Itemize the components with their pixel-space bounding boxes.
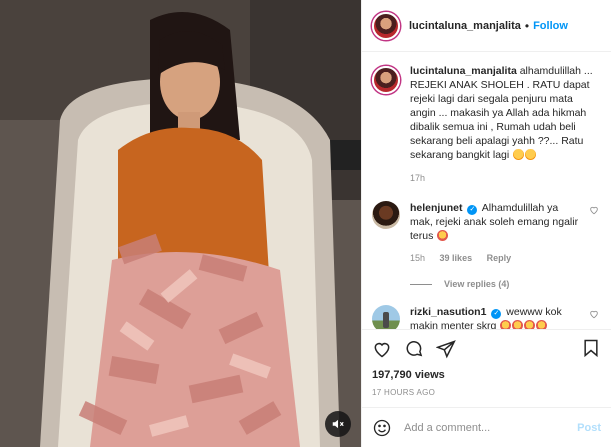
like-comment-heart-icon[interactable] [589,309,599,319]
comment-icon[interactable] [404,339,424,359]
comment-username[interactable]: rizki_nasution1 [410,306,486,318]
speaker-muted-icon [332,419,344,429]
caption: lucintaluna_manjalita alhamdulillah ... … [372,64,601,185]
add-comment-bar: Post [362,407,611,447]
caption-username[interactable]: lucintaluna_manjalita [410,65,517,77]
verified-badge-icon: ✓ [467,205,478,215]
follow-button[interactable]: Follow [533,20,568,32]
emoji-icon [437,230,449,241]
divider [410,283,432,285]
bookmark-icon [584,339,598,357]
avatar[interactable] [372,11,400,40]
view-count[interactable]: 197,790 views [372,369,601,381]
emoji-icon [513,149,525,160]
comment-item: helenjunet ✓ Alhamdulillah ya mak, rejek… [372,201,601,265]
view-replies-button[interactable]: View replies (4) [410,279,601,289]
comment-input[interactable] [404,421,578,434]
comments-list[interactable]: lucintaluna_manjalita alhamdulillah ... … [362,52,611,329]
like-heart-icon[interactable] [372,339,392,359]
caption-text: alhamdulillah ... REJEKI ANAK SHOLEH . R… [410,65,593,161]
comment-likes[interactable]: 39 likes [440,253,473,263]
view-replies-label: View replies (4) [444,279,510,289]
video-frame [0,0,361,447]
avatar[interactable] [372,305,400,329]
comment-time: 15h [410,253,426,263]
share-send-icon[interactable] [436,339,456,359]
comment-item: rizki_nasution1 ✓ wewww kok makin menter… [372,305,601,329]
post-header: lucintaluna_manjalita • Follow [362,0,611,52]
instagram-post: lucintaluna_manjalita • Follow lucintalu… [0,0,611,447]
emoji-icon [536,320,548,329]
post-actions: 197,790 views 17 HOURS AGO [362,329,611,397]
emoji-icon [512,320,524,329]
post-video[interactable] [0,0,361,447]
emoji-icon [524,320,536,329]
post-details-panel: lucintaluna_manjalita • Follow lucintalu… [361,0,611,447]
emoji-icon [500,320,512,329]
save-button[interactable] [581,338,601,361]
reply-button[interactable]: Reply [487,253,512,263]
emoji-smile-icon[interactable] [372,418,392,438]
comment-username[interactable]: helenjunet [410,202,463,214]
caption-time: 17h [410,173,426,183]
separator-dot: • [524,18,530,33]
post-comment-button[interactable]: Post [577,422,601,434]
post-timestamp[interactable]: 17 HOURS AGO [372,388,601,397]
header-username[interactable]: lucintaluna_manjalita [409,20,521,32]
verified-badge-icon: ✓ [491,309,502,319]
mute-button[interactable] [325,411,351,437]
like-comment-heart-icon[interactable] [589,205,599,215]
emoji-icon [525,149,537,160]
caption-avatar[interactable] [372,66,400,94]
avatar[interactable] [372,201,400,229]
